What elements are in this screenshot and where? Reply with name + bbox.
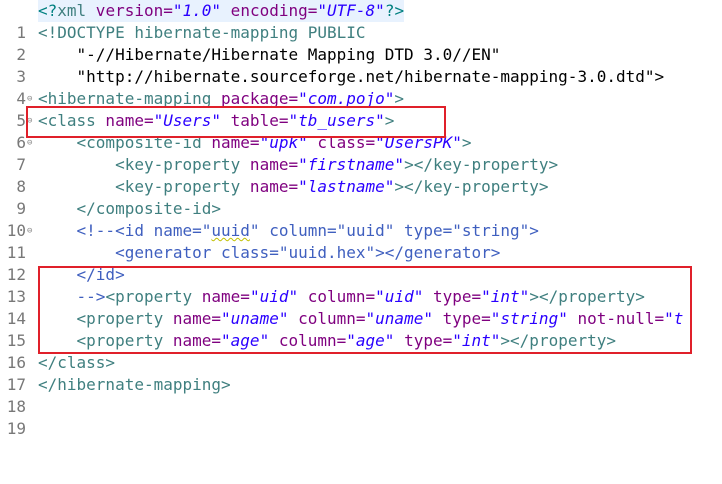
code-text: <property name="uname" column="uname" ty…: [76, 309, 684, 328]
code-text: <!DOCTYPE hibernate-mapping PUBLIC: [38, 23, 366, 42]
code-text: "-//Hibernate/Hibernate Mapping DTD 3.0/…: [38, 45, 501, 64]
code-text: </class>: [38, 353, 116, 372]
code-line-6[interactable]: 6 ⊖ <class name="Users" table="tb_users"…: [0, 110, 722, 152]
code-line-19[interactable]: 19: [0, 396, 722, 438]
code-text: <generator class="uuid.hex"></generator>: [38, 243, 501, 262]
code-editor[interactable]: 1 <?xml version="1.0" encoding="UTF-8"?>…: [0, 0, 722, 438]
code-text: --><property name="uid" column="uid" typ…: [76, 287, 645, 306]
code-line-18[interactable]: 18 </hibernate-mapping>: [0, 374, 722, 416]
code-line-13[interactable]: 13 </id>: [0, 264, 722, 306]
code-line-11[interactable]: 11 ⊖ <!--<id name="uuid" column="uuid" t…: [0, 220, 722, 262]
code-line-17[interactable]: 17 </class>: [0, 352, 722, 394]
code-text: <hibernate-mapping package="com.pojo">: [38, 89, 405, 108]
code-text: <!--<id name="uuid" column="uuid" type="…: [76, 221, 539, 240]
code-line-1[interactable]: 1 <?xml version="1.0" encoding="UTF-8"?>: [0, 0, 722, 42]
code-line-5[interactable]: 5 ⊖ <hibernate-mapping package="com.pojo…: [0, 88, 722, 130]
code-line-10[interactable]: 10 </composite-id>: [0, 198, 722, 240]
code-line-14[interactable]: 14 --><property name="uid" column="uid" …: [0, 286, 722, 328]
code-line-4[interactable]: 4 "http://hibernate.sourceforge.net/hibe…: [0, 66, 722, 108]
line-number: 19: [6, 419, 26, 438]
code-line-16[interactable]: 16 <property name="age" column="age" typ…: [0, 330, 722, 372]
code-text: <key-property name="lastname"></key-prop…: [115, 177, 549, 196]
code-text: <?xml version="1.0" encoding="UTF-8"?>: [38, 0, 405, 22]
code-text: </id>: [38, 265, 125, 284]
code-line-8[interactable]: 8 <key-property name="firstname"></key-p…: [0, 154, 722, 196]
code-text: </composite-id>: [76, 199, 222, 218]
fold-collapse-icon[interactable]: ⊖: [27, 220, 32, 242]
code-line-7[interactable]: 7 ⊖ <composite-id name="upk" class="User…: [0, 132, 722, 174]
fold-collapse-icon[interactable]: ⊖: [27, 88, 32, 110]
code-line-3[interactable]: 3 "-//Hibernate/Hibernate Mapping DTD 3.…: [0, 44, 722, 86]
code-text: "http://hibernate.sourceforge.net/hibern…: [38, 67, 665, 86]
code-text: <property name="age" column="age" type="…: [76, 331, 616, 350]
code-text: </hibernate-mapping>: [38, 375, 231, 394]
code-text: <composite-id name="upk" class="UsersPK"…: [76, 133, 472, 152]
code-line-12[interactable]: 12 <generator class="uuid.hex"></generat…: [0, 242, 722, 284]
code-text: <class name="Users" table="tb_users">: [38, 111, 395, 130]
fold-collapse-icon[interactable]: ⊖: [27, 132, 32, 154]
code-text: <key-property name="firstname"></key-pro…: [115, 155, 559, 174]
code-line-2[interactable]: 2 <!DOCTYPE hibernate-mapping PUBLIC: [0, 22, 722, 64]
fold-collapse-icon[interactable]: ⊖: [27, 110, 32, 132]
code-line-15[interactable]: 15 <property name="uname" column="uname"…: [0, 308, 722, 350]
code-line-9[interactable]: 9 <key-property name="lastname"></key-pr…: [0, 176, 722, 218]
